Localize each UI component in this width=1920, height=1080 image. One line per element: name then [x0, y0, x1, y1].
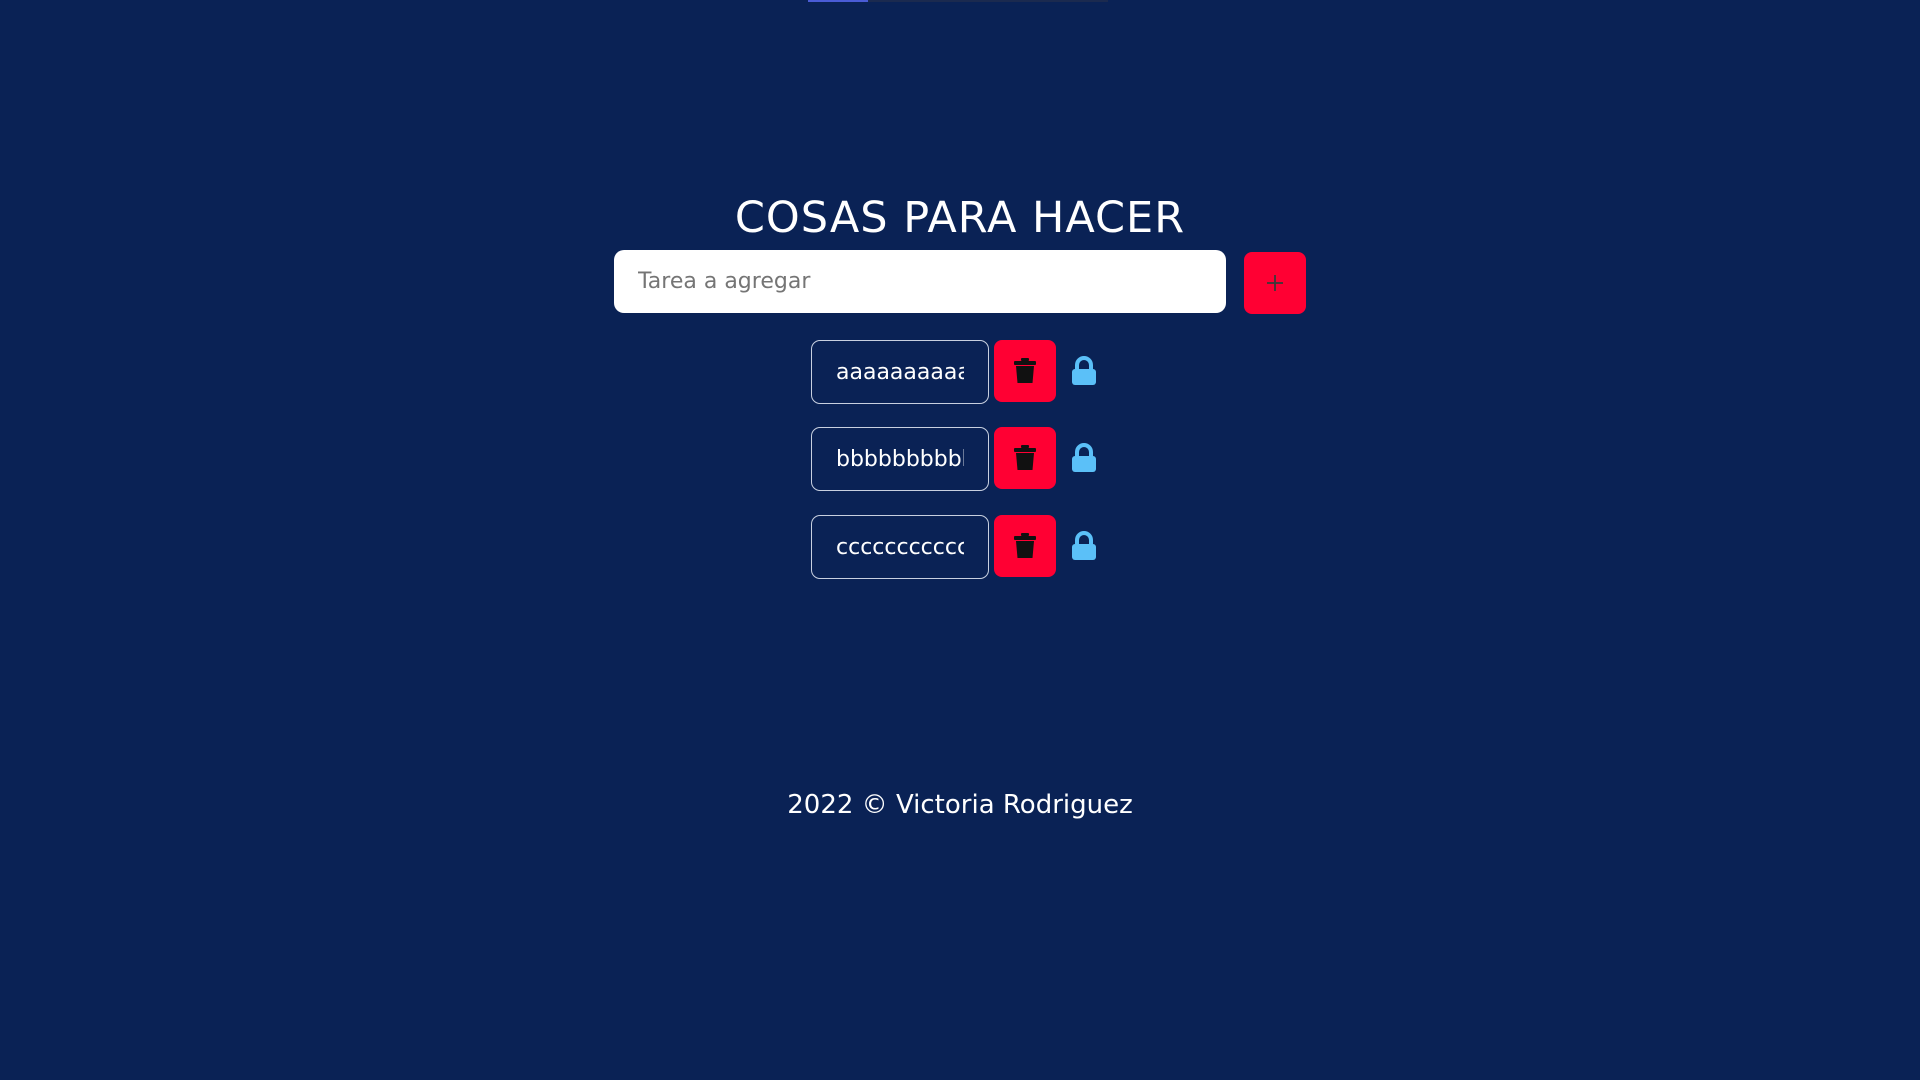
lock-icon [1072, 356, 1096, 385]
trash-icon [1014, 533, 1036, 558]
task-text-field[interactable] [811, 427, 989, 491]
trash-icon [1014, 358, 1036, 383]
delete-task-button[interactable] [994, 340, 1056, 402]
top-progress-bar [808, 0, 1108, 2]
lock-icon [1072, 531, 1096, 560]
plus-icon [1267, 275, 1283, 291]
task-item [811, 427, 1111, 491]
footer-copyright: 2022 © Victoria Rodriguez [787, 790, 1133, 820]
top-progress-fill [808, 0, 868, 2]
task-item [811, 515, 1111, 579]
add-task-button[interactable] [1244, 252, 1306, 314]
task-text-field[interactable] [811, 340, 989, 404]
trash-icon [1014, 445, 1036, 470]
task-item [811, 340, 1111, 404]
task-input[interactable] [614, 250, 1226, 313]
lock-task-button[interactable] [1070, 531, 1098, 561]
lock-task-button[interactable] [1070, 356, 1098, 386]
page-title: COSAS PARA HACER [734, 193, 1186, 243]
delete-task-button[interactable] [994, 427, 1056, 489]
delete-task-button[interactable] [994, 515, 1056, 577]
lock-task-button[interactable] [1070, 443, 1098, 473]
task-text-field[interactable] [811, 515, 989, 579]
lock-icon [1072, 443, 1096, 472]
